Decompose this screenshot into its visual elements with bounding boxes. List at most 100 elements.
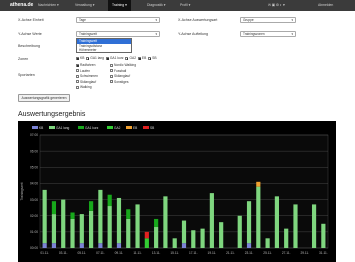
zone-checkbox[interactable]: KB [76, 56, 84, 60]
x-tick-label: 13.11. [152, 251, 161, 255]
y-values-dropdown[interactable]: Trainingszeit Trainingsdistanz Höhenmete… [76, 38, 132, 53]
sport-checkbox[interactable]: Walking [76, 85, 92, 89]
zone-checkbox[interactable]: GA1 kurz [105, 56, 124, 60]
legend-label: GA2 [114, 126, 121, 130]
y-tick-label: 04:00 [30, 182, 38, 186]
x-group-select[interactable]: Gruppe ▾ [240, 17, 296, 23]
bar-ga1-lang [181, 220, 187, 244]
top-navbar: athena.de Nachrichten ▾ Verwaltung ▾ Tra… [0, 0, 355, 11]
bar-kb [79, 243, 84, 248]
legend-swatch [32, 126, 38, 129]
bar-ga1-lang [191, 230, 196, 248]
bar-ga1-kurz [107, 194, 112, 207]
nav-item-profil[interactable]: Profil ▾ [180, 3, 190, 7]
nav-item-training[interactable]: Training ▾ [108, 0, 131, 11]
bar-ga1-lang [209, 193, 214, 248]
nav-item-diagnostik[interactable]: Diagnostik ▾ [147, 3, 165, 7]
nav-item-verwaltung[interactable]: Verwaltung ▾ [75, 3, 94, 7]
chart-svg: 00:00 01:00 02:00 03:00 04:00 05:00 06:00 07:00… [20, 126, 329, 255]
zone-checkbox[interactable]: EB [137, 56, 146, 60]
bar-eb [256, 181, 261, 187]
legend-label: EB [133, 126, 137, 130]
x-tick-label: 31.11. [319, 251, 328, 255]
bar-ga1-kurz [70, 212, 75, 219]
bar-ga1-lang [246, 201, 252, 244]
bar-kb [181, 243, 187, 248]
bar-ga1-lang [70, 218, 75, 248]
legend-swatch [78, 126, 84, 129]
bar-ga1-kurz [89, 201, 94, 211]
bar-kb [246, 243, 252, 248]
y-split-label: Y-Achse Aufteilung [178, 32, 209, 36]
y-tick-label: 00:00 [30, 246, 38, 250]
zone-checkbox[interactable]: SB [148, 56, 157, 60]
bar-ga1-lang [154, 227, 159, 248]
bar-ga1-lang [42, 189, 47, 244]
nav-icons[interactable]: ✉ ▣ ⚙ ◐ ♥ [268, 3, 285, 7]
zone-checkbox[interactable]: GA2 [125, 56, 136, 60]
chevron-down-icon: ▾ [155, 18, 157, 22]
training-chart: 00:00 01:00 02:00 03:00 04:00 05:00 06:00 07:00… [18, 121, 336, 262]
x-tick-label: 11.11. [133, 251, 142, 255]
legend-label: KB [39, 126, 43, 130]
legend-label: GA1 kurz [85, 126, 99, 130]
bar-kb [116, 243, 122, 248]
bar-ga1-lang [79, 214, 84, 244]
x-tick-label: 27.11. [282, 251, 291, 255]
bar-ga1-lang [274, 196, 279, 248]
brand-logo[interactable]: athena.de [10, 2, 33, 8]
y-values-select[interactable]: Trainingszeit ▾ [76, 31, 160, 37]
y-axis-label: Trainingszeit [20, 182, 24, 200]
bar-ga1-lang [284, 228, 289, 248]
bar-ga1-lang [237, 215, 242, 248]
bar-ga1-kurz [51, 201, 57, 215]
y-tick-label: 07:00 [30, 133, 38, 137]
nav-item-nachrichten[interactable]: Nachrichten ▾ [38, 3, 59, 7]
sport-checkbox[interactable]: Skilanglauf [76, 80, 96, 84]
dropdown-option-hoehenmeter[interactable]: Höhenmeter [77, 48, 131, 53]
y-tick-label: 03:00 [30, 198, 38, 202]
sport-checkbox[interactable]: Fussball [110, 69, 126, 73]
bar-ga1-lang [51, 214, 57, 244]
bar-ga1-lang [98, 189, 103, 244]
bar-ga1-lang [163, 196, 168, 248]
x-group-label: X-Achse Auswertungsart [178, 18, 218, 22]
zones-label: Zonen [18, 57, 29, 61]
sport-checkbox[interactable]: Laufen [76, 69, 90, 73]
sport-checkbox[interactable]: Schwimmen [76, 74, 98, 78]
sport-checkbox[interactable]: Sonstiges [110, 80, 128, 84]
bar-ga1-lang [135, 204, 140, 248]
logout-link[interactable]: Abmelden [318, 3, 333, 7]
x-tick-label: 05.11. [77, 251, 86, 255]
bar-ga1-lang [61, 199, 66, 248]
sport-checkbox[interactable]: Nordic Walking [110, 63, 136, 67]
bar-ga1-lang [126, 218, 131, 248]
bar-kb [42, 243, 47, 248]
zones-checkboxes: KB GA1 lang GA1 kurz GA2 EB SB [76, 56, 157, 60]
bar-kb [51, 243, 57, 248]
sport-checkbox[interactable]: Radfahren [76, 63, 95, 67]
chevron-down-icon: ▾ [155, 32, 157, 36]
generate-chart-button[interactable]: Auswertungsgrafik generieren [18, 94, 71, 102]
bar-ga1-lang [311, 204, 317, 248]
bar-ga1-lang [89, 210, 94, 248]
bar-ga1-lang [116, 197, 122, 244]
chevron-down-icon: ▾ [291, 32, 293, 36]
sport-checkbox[interactable]: Skilanglauf [110, 74, 130, 78]
legend-swatch [107, 126, 113, 129]
x-tick-label: 03.11. [59, 251, 68, 255]
legend-label: SB [150, 126, 154, 130]
x-unit-select[interactable]: Tage ▾ [76, 17, 160, 23]
zone-checkbox[interactable]: GA1 lang [86, 56, 104, 60]
x-tick-label: 29.11. [300, 251, 309, 255]
y-split-select[interactable]: Trainingszonen ▾ [240, 31, 296, 37]
y-tick-label: 06:00 [30, 149, 38, 153]
x-tick-label: 15.11. [170, 251, 179, 255]
x-tick-label: 07.11. [96, 251, 105, 255]
bar-ga2 [144, 238, 149, 248]
x-tick-label: 17.11. [189, 251, 198, 255]
y-tick-label: 05:00 [30, 165, 38, 169]
x-tick-label: 21.11. [226, 251, 235, 255]
bar-kb [98, 243, 103, 248]
section-title: Auswertungsergebnis [18, 111, 86, 118]
